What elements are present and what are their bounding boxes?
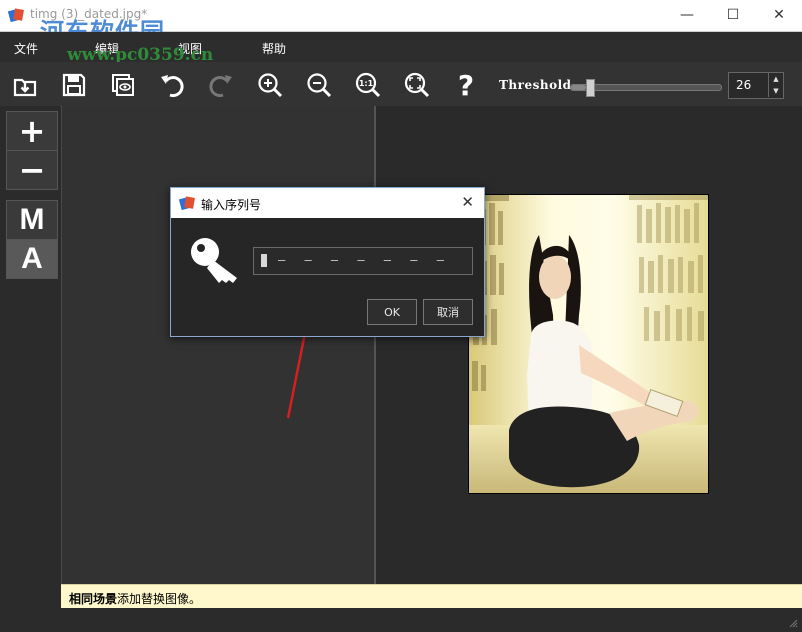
zoom-out-button[interactable] bbox=[304, 70, 334, 100]
menu-help[interactable]: 帮助 bbox=[262, 40, 286, 57]
maximize-button[interactable]: ☐ bbox=[710, 0, 756, 31]
redo-button[interactable] bbox=[206, 70, 236, 100]
threshold-slider-handle[interactable] bbox=[586, 79, 595, 97]
status-body-text: 添加替换图像。 bbox=[117, 592, 202, 606]
threshold-value[interactable]: 26 bbox=[736, 78, 751, 92]
save-button[interactable] bbox=[59, 70, 89, 100]
preview-button[interactable] bbox=[108, 70, 138, 100]
zoom-actual-icon: 1:1 bbox=[355, 72, 381, 98]
key-icon bbox=[191, 238, 237, 283]
serial-number-input[interactable]: – – – – – – – bbox=[253, 247, 473, 275]
help-icon: ? bbox=[457, 68, 475, 102]
ok-button[interactable]: OK bbox=[367, 299, 417, 325]
dialog-title-bar: 输入序列号 ✕ bbox=[171, 188, 484, 218]
zoom-in-button[interactable] bbox=[255, 70, 285, 100]
app-icon bbox=[8, 8, 24, 23]
undo-button[interactable] bbox=[157, 70, 187, 100]
cancel-button[interactable]: 取消 bbox=[423, 299, 473, 325]
resize-grip-icon[interactable] bbox=[788, 618, 798, 628]
threshold-label: Threshold bbox=[499, 78, 572, 92]
source-image-pane[interactable] bbox=[61, 106, 375, 584]
close-button[interactable]: ✕ bbox=[756, 0, 802, 31]
open-icon bbox=[13, 78, 37, 97]
auto-mode-button[interactable]: A bbox=[6, 239, 58, 279]
serial-number-dialog: 输入序列号 ✕ – – – – – – – OK 取消 bbox=[170, 187, 485, 337]
manual-mode-button[interactable]: M bbox=[6, 200, 58, 240]
undo-icon bbox=[161, 75, 184, 98]
status-bar: 相同场景添加替换图像。 bbox=[61, 584, 802, 609]
add-image-button[interactable]: + bbox=[6, 111, 58, 151]
fit-window-button[interactable] bbox=[402, 70, 432, 100]
dialog-close-icon[interactable]: ✕ bbox=[461, 193, 474, 211]
dialog-app-icon bbox=[179, 196, 195, 211]
status-message: 相同场景添加替换图像。 bbox=[69, 590, 201, 607]
left-tool-panel: + − M A bbox=[0, 106, 60, 584]
serial-placeholder: – – – – – – – bbox=[278, 253, 450, 267]
photo-girl-in-library bbox=[469, 195, 708, 493]
photo-preview bbox=[468, 194, 709, 494]
zoom-in-icon bbox=[258, 73, 283, 98]
threshold-slider-fill bbox=[571, 85, 586, 90]
zoom-out-icon bbox=[307, 73, 332, 98]
minimize-button[interactable]: — bbox=[664, 0, 710, 31]
zoom-actual-button[interactable]: 1:1 bbox=[353, 70, 383, 100]
fit-window-icon bbox=[404, 72, 430, 98]
status-bold-text: 相同场景 bbox=[69, 592, 118, 606]
spin-down-icon[interactable]: ▼ bbox=[768, 85, 783, 97]
threshold-slider[interactable] bbox=[570, 79, 722, 97]
menu-file[interactable]: 文件 bbox=[14, 40, 38, 57]
open-button[interactable] bbox=[10, 70, 40, 100]
preview-icon bbox=[112, 74, 134, 96]
zoom-actual-label: 1:1 bbox=[359, 79, 374, 88]
spin-up-icon[interactable]: ▲ bbox=[768, 73, 783, 85]
title-bar: timg (3)_dated.jpg* 河东软件园 — ☐ ✕ bbox=[0, 0, 802, 46]
redo-icon bbox=[209, 75, 232, 98]
dialog-title: 输入序列号 bbox=[201, 198, 262, 212]
save-icon bbox=[62, 73, 86, 97]
text-caret bbox=[261, 254, 267, 267]
remove-image-button[interactable]: − bbox=[6, 150, 58, 190]
bottom-edge bbox=[0, 608, 802, 632]
help-button[interactable]: ? bbox=[451, 68, 481, 102]
threshold-spinbox[interactable]: 26 ▲ ▼ bbox=[728, 72, 784, 99]
